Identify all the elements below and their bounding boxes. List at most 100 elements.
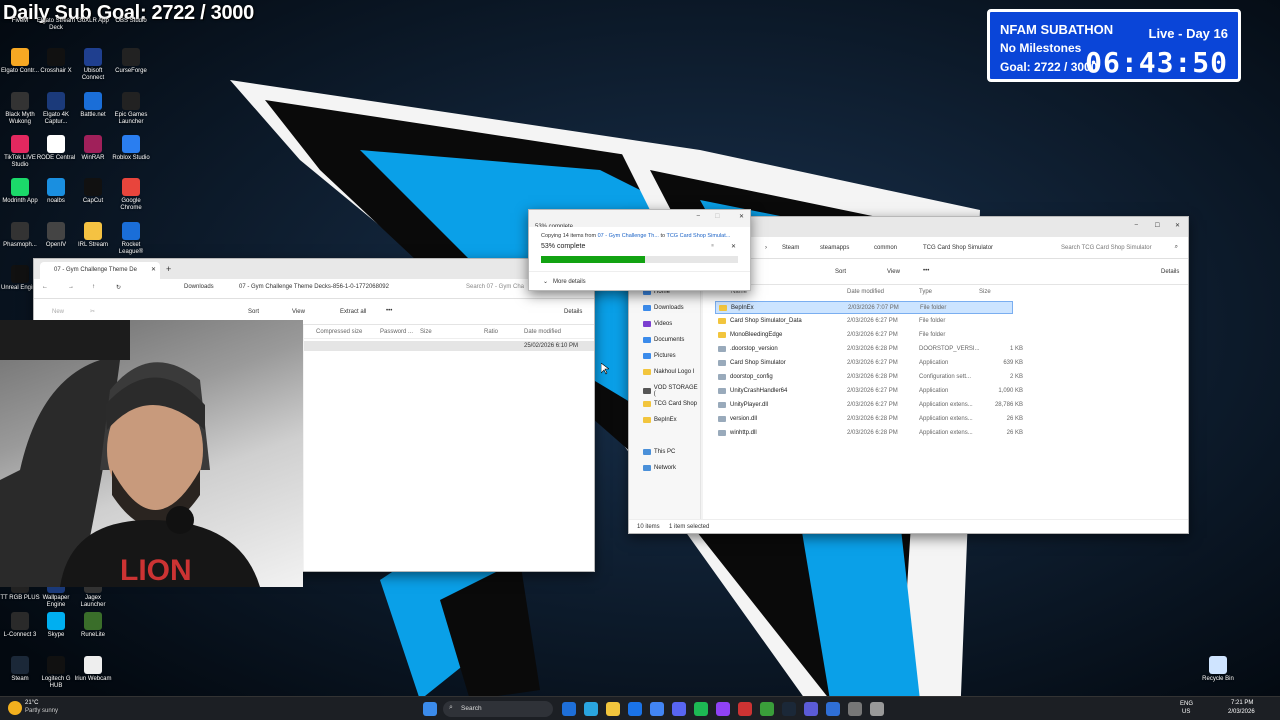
chevron-down-icon[interactable]: ⌄ (543, 278, 548, 285)
zip-tab[interactable]: 07 - Gym Challenge Theme De ✕ (40, 262, 160, 279)
new-button[interactable]: New (52, 309, 64, 315)
file-row[interactable]: Card Shop Simulator 2/03/2026 6:27 PM Appl… (715, 357, 1023, 370)
desktop-icon-phasmoph[interactable]: Phasmoph... (0, 222, 40, 249)
pause-icon[interactable]: ⏸ (711, 243, 714, 250)
breadcrumb-common[interactable]: common (874, 245, 897, 251)
zip-search-input[interactable]: Search 07 - Gym Cha (466, 284, 524, 290)
lang-us[interactable]: US (1182, 709, 1190, 715)
weather-icon[interactable] (8, 701, 22, 715)
taskbar-app-icon[interactable] (826, 702, 840, 716)
minimize-icon[interactable]: – (697, 213, 700, 219)
taskbar-app-icon[interactable] (694, 702, 708, 716)
col-ratio[interactable]: Ratio (484, 329, 498, 335)
col-date[interactable]: Date modified (847, 289, 884, 295)
search-icon[interactable]: ⌕ (1175, 244, 1178, 251)
nav-item-bepinex[interactable]: BepInEx (643, 417, 677, 423)
taskbar-app-icon[interactable] (628, 702, 642, 716)
desktop-icon-curseforge[interactable]: CurseForge (111, 48, 151, 75)
desktop-icon-rocket-league[interactable]: Rocket League® (111, 222, 151, 256)
file-row[interactable]: Card Shop Simulator_Data 2/03/2026 6:27 P… (715, 315, 1013, 328)
back-icon[interactable]: ← (42, 284, 48, 290)
desktop-icon-capcut[interactable]: CapCut (73, 178, 113, 205)
desktop-icon-crosshair-x[interactable]: Crosshair X (36, 48, 76, 75)
weather-desc[interactable]: Partly sunny (25, 708, 58, 714)
explorer-search-input[interactable]: Search TCG Card Shop Simulator (1061, 245, 1152, 251)
copying-source-link[interactable]: 07 - Gym Challenge Th... (598, 233, 659, 239)
desktop-icon-irl-stream[interactable]: IRL Stream (73, 222, 113, 249)
desktop-icon-modrinth-app[interactable]: Modrinth App (0, 178, 40, 205)
desktop-icon-elgato-stream-deck[interactable]: Elgato Stream Deck (36, 18, 76, 32)
cancel-copy-icon[interactable]: ✕ (731, 243, 736, 250)
maximize-icon[interactable]: ☐ (715, 213, 720, 220)
nav-item-this-pc[interactable]: This PC (643, 449, 675, 455)
window-close-icon[interactable]: ✕ (1175, 222, 1180, 229)
desktop-icon-l-connect-3[interactable]: L-Connect 3 (0, 612, 40, 639)
desktop-icon-winrar[interactable]: WinRAR (73, 135, 113, 162)
details-button[interactable]: Details (564, 309, 582, 315)
more-details-button[interactable]: More details (553, 279, 586, 285)
file-row[interactable]: .doorstop_version 2/03/2026 6:28 PM DOORST… (715, 343, 1023, 356)
breadcrumb-steam[interactable]: Steam (782, 245, 799, 251)
taskbar-app-icon[interactable] (672, 702, 686, 716)
desktop-icon-battle-net[interactable]: Battle.net (73, 92, 113, 119)
view-button[interactable]: View (292, 309, 305, 315)
nav-item-nakhoul-logo-i[interactable]: Nakhoul Logo I (643, 369, 694, 375)
file-row[interactable]: winhttp.dll 2/03/2026 6:28 PM Application … (715, 427, 1023, 440)
copying-dest-link[interactable]: TCG Card Shop Simulat... (666, 233, 730, 239)
nav-item-network[interactable]: Network (643, 465, 676, 471)
taskbar-app-icon[interactable] (716, 702, 730, 716)
breadcrumb-zip[interactable]: 07 - Gym Challenge Theme Decks-856-1-0-1… (239, 284, 389, 290)
col-password[interactable]: Password ... (380, 329, 413, 335)
breadcrumb-tcg[interactable]: TCG Card Shop Simulator (923, 245, 993, 251)
desktop-icon-google-chrome[interactable]: Google Chrome (111, 178, 151, 212)
desktop-icon-elgato-4k-captur[interactable]: Elgato 4K Captur... (36, 92, 76, 126)
desktop-icon-iriun-webcam[interactable]: Iriun Webcam (73, 656, 113, 683)
desktop-icon-runelite[interactable]: RuneLite (73, 612, 113, 639)
start-button-icon[interactable] (423, 702, 437, 716)
nav-item-pictures[interactable]: Pictures (643, 353, 676, 359)
taskbar-app-icon[interactable] (782, 702, 796, 716)
sort-button[interactable]: Sort (248, 309, 259, 315)
file-row[interactable]: BepInEx 2/03/2026 7:07 PM File folder (715, 301, 1013, 314)
refresh-icon[interactable]: ↻ (116, 284, 121, 291)
desktop-icon-elgato-contr[interactable]: Elgato Contr... (0, 48, 40, 75)
taskbar-app-icon[interactable] (804, 702, 818, 716)
taskbar-app-icon[interactable] (870, 702, 884, 716)
desktop-icon-roblox-studio[interactable]: Roblox Studio (111, 135, 151, 162)
table-row[interactable]: 25/02/2026 6:10 PM (304, 341, 594, 351)
taskbar-app-icon[interactable] (650, 702, 664, 716)
desktop-icon-steam[interactable]: Steam (0, 656, 40, 683)
desktop-icon-black-myth-wukong[interactable]: Black Myth Wukong (0, 92, 40, 126)
clock-time[interactable]: 7:21 PM (1231, 700, 1253, 706)
taskbar-app-icon[interactable] (848, 702, 862, 716)
file-row[interactable]: UnityCrashHandler64 2/03/2026 6:27 PM Appl… (715, 385, 1023, 398)
col-size[interactable]: Size (420, 329, 432, 335)
explorer-view-button[interactable]: View (887, 269, 900, 275)
desktop-icon-noalbs[interactable]: noalbs (36, 178, 76, 205)
nav-item-documents[interactable]: Documents (643, 337, 684, 343)
more-options-icon[interactable]: ••• (386, 308, 392, 314)
desktop-icon-obs-studio[interactable]: OBS Studio (111, 18, 151, 25)
cut-icon[interactable]: ✂ (90, 308, 95, 315)
desktop-icon-logitech-g-hub[interactable]: Logitech G HUB (36, 656, 76, 690)
taskbar-search-input[interactable]: ⌕ Search (443, 701, 553, 717)
lang-eng[interactable]: ENG (1180, 701, 1193, 707)
window-minimize-icon[interactable]: – (1135, 222, 1138, 228)
desktop-icon-recycle-bin[interactable]: Recycle Bin (1198, 656, 1238, 683)
col-size[interactable]: Size (979, 289, 991, 295)
nav-item-downloads[interactable]: Downloads (643, 305, 684, 311)
file-row[interactable]: UnityPlayer.dll 2/03/2026 6:27 PM Applicat… (715, 399, 1023, 412)
desktop-icon-tiktok-live-studio[interactable]: TikTok LIVE Studio (0, 135, 40, 169)
taskbar-app-icon[interactable] (606, 702, 620, 716)
desktop-icon-epic-games-launcher[interactable]: Epic Games Launcher (111, 92, 151, 126)
taskbar-app-icon[interactable] (584, 702, 598, 716)
explorer-details-button[interactable]: Details (1161, 269, 1179, 275)
up-icon[interactable]: ↑ (92, 284, 95, 290)
forward-icon[interactable]: → (68, 284, 74, 290)
col-date-modified[interactable]: Date modified (524, 329, 561, 335)
extract-all-button[interactable]: Extract all (340, 309, 366, 315)
file-row[interactable]: MonoBleedingEdge 2/03/2026 6:27 PM File fo… (715, 329, 1013, 342)
desktop-icon-ubisoft-connect[interactable]: Ubisoft Connect (73, 48, 113, 82)
taskbar-app-icon[interactable] (760, 702, 774, 716)
explorer-sort-button[interactable]: Sort (835, 269, 846, 275)
